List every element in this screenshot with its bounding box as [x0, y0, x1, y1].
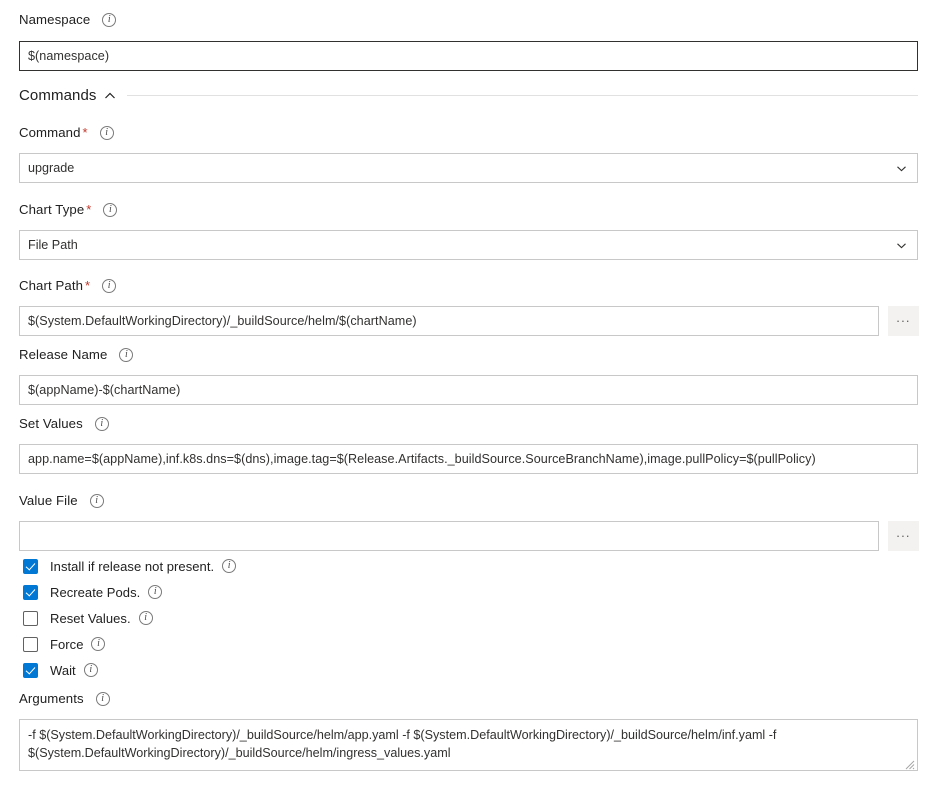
info-icon[interactable]: i: [138, 611, 153, 625]
namespace-input-value: $(namespace): [28, 49, 110, 63]
section-divider: [126, 95, 918, 96]
set-values-label-text: Set Values: [19, 416, 83, 431]
namespace-label: Namespace i: [19, 12, 117, 28]
helm-task-settings-form: Namespace i $(namespace) Commands Comman…: [0, 0, 944, 789]
checkbox-row-force[interactable]: Force i: [23, 634, 106, 654]
force-checkbox[interactable]: [23, 636, 38, 652]
force-label: Force: [50, 636, 84, 652]
namespace-label-text: Namespace: [19, 12, 91, 27]
info-icon[interactable]: i: [103, 203, 118, 217]
chevron-up-icon[interactable]: [104, 90, 116, 102]
checkbox-row-install-if-release-not-present[interactable]: Install if release not present. i: [23, 556, 237, 576]
arguments-label-text: Arguments: [19, 691, 84, 706]
release-name-label: Release Name i: [19, 347, 134, 363]
commands-section-title: Commands: [19, 87, 97, 104]
info-icon[interactable]: i: [89, 494, 104, 508]
chart-path-browse-button[interactable]: ...: [888, 306, 919, 336]
info-icon[interactable]: i: [91, 637, 106, 651]
chart-type-label: Chart Type * i: [19, 202, 118, 218]
arguments-textarea[interactable]: -f $(System.DefaultWorkingDirectory)/_bu…: [19, 719, 918, 771]
install-if-release-not-present-checkbox[interactable]: [23, 558, 38, 574]
command-label-text: Command: [19, 125, 81, 140]
release-name-label-text: Release Name: [19, 347, 108, 362]
info-icon[interactable]: i: [102, 13, 117, 27]
chart-type-select-value: File Path: [28, 238, 78, 252]
command-label: Command * i: [19, 125, 114, 141]
info-icon[interactable]: i: [95, 692, 110, 706]
namespace-input[interactable]: $(namespace): [19, 41, 918, 71]
release-name-input[interactable]: $(appName)-$(chartName): [19, 375, 918, 405]
info-icon[interactable]: i: [94, 417, 109, 431]
chart-type-select[interactable]: File Path: [19, 230, 918, 260]
chart-path-label-text: Chart Path: [19, 278, 84, 293]
ellipsis-icon: ...: [896, 525, 911, 540]
value-file-browse-button[interactable]: ...: [888, 521, 919, 551]
reset-values-checkbox[interactable]: [23, 610, 38, 626]
resize-handle-icon[interactable]: [904, 757, 915, 770]
recreate-pods-checkbox[interactable]: [23, 584, 38, 600]
checkbox-row-reset-values[interactable]: Reset Values. i: [23, 608, 153, 628]
set-values-input-value: app.name=$(appName),inf.k8s.dns=$(dns),i…: [28, 452, 816, 466]
chart-path-label: Chart Path * i: [19, 278, 117, 294]
chart-path-input-value: $(System.DefaultWorkingDirectory)/_build…: [28, 314, 417, 328]
wait-label: Wait: [50, 662, 76, 678]
release-name-input-value: $(appName)-$(chartName): [28, 383, 181, 397]
info-icon[interactable]: i: [83, 663, 98, 677]
chevron-down-icon[interactable]: [896, 240, 907, 251]
required-asterisk: *: [82, 125, 88, 140]
wait-checkbox[interactable]: [23, 662, 38, 678]
arguments-textarea-value: -f $(System.DefaultWorkingDirectory)/_bu…: [28, 728, 777, 760]
info-icon[interactable]: i: [102, 279, 117, 293]
info-icon[interactable]: i: [119, 348, 134, 362]
commands-section-header[interactable]: Commands: [19, 87, 918, 104]
recreate-pods-label: Recreate Pods.: [50, 584, 141, 600]
info-icon[interactable]: i: [222, 559, 237, 573]
install-if-release-not-present-label: Install if release not present.: [50, 558, 215, 574]
value-file-label-text: Value File: [19, 493, 78, 508]
checkbox-row-recreate-pods[interactable]: Recreate Pods. i: [23, 582, 163, 602]
value-file-input[interactable]: [19, 521, 879, 551]
required-asterisk: *: [85, 278, 91, 293]
command-select-value: upgrade: [28, 161, 75, 175]
info-icon[interactable]: i: [148, 585, 163, 599]
ellipsis-icon: ...: [896, 310, 911, 325]
chevron-down-icon[interactable]: [896, 163, 907, 174]
command-select[interactable]: upgrade: [19, 153, 918, 183]
chart-type-label-text: Chart Type: [19, 202, 85, 217]
checkbox-row-wait[interactable]: Wait i: [23, 660, 98, 680]
chart-path-input[interactable]: $(System.DefaultWorkingDirectory)/_build…: [19, 306, 879, 336]
arguments-label: Arguments i: [19, 691, 110, 707]
info-icon[interactable]: i: [99, 126, 114, 140]
set-values-label: Set Values i: [19, 416, 109, 432]
set-values-input[interactable]: app.name=$(appName),inf.k8s.dns=$(dns),i…: [19, 444, 918, 474]
value-file-label: Value File i: [19, 493, 104, 509]
required-asterisk: *: [86, 202, 92, 217]
reset-values-label: Reset Values.: [50, 610, 131, 626]
